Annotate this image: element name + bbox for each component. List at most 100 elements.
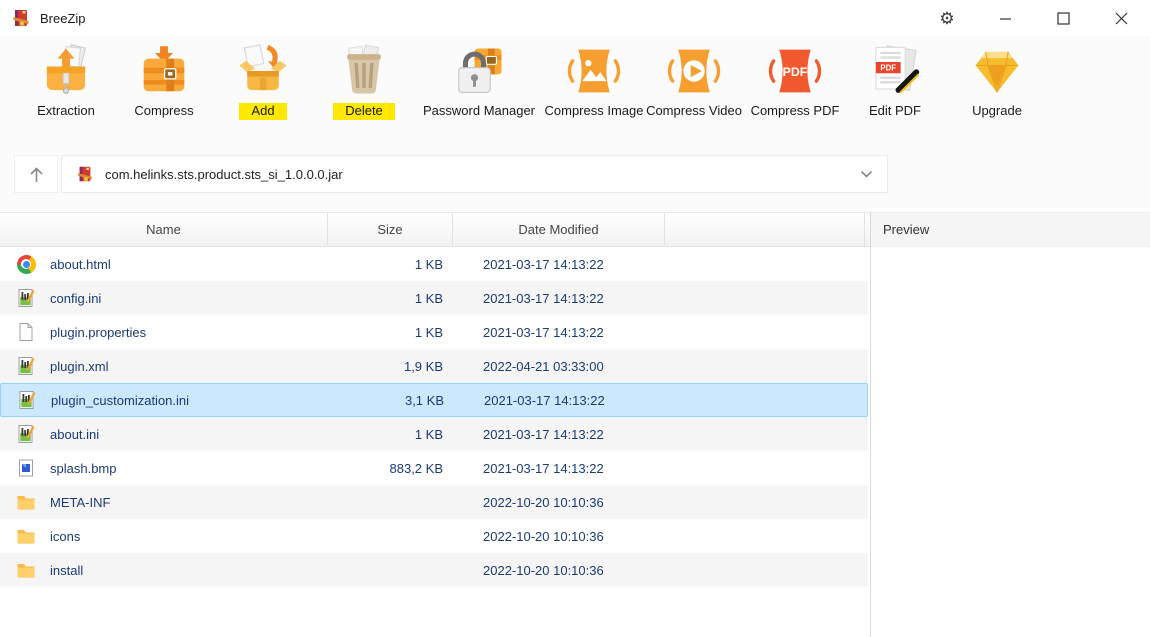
add-button[interactable]: Add <box>214 44 312 148</box>
file-name: META-INF <box>50 495 110 510</box>
svg-text:PDF: PDF <box>880 63 896 72</box>
file-row[interactable]: plugin_customization.ini3,1 KB2021-03-17… <box>0 383 868 417</box>
toolbar-label: Extraction <box>37 103 95 120</box>
file-size: 883,2 KB <box>328 461 453 476</box>
file-row[interactable]: config.ini1 KB2021-03-17 14:13:22 <box>0 281 868 315</box>
chrome-icon <box>17 255 36 274</box>
column-header-size[interactable]: Size <box>328 213 453 246</box>
file-name-cell: config.ini <box>0 288 328 308</box>
file-name: plugin.xml <box>50 359 109 374</box>
main-area: Name Size Date Modified about.html1 KB20… <box>0 212 1150 637</box>
file-date: 2022-10-20 10:10:36 <box>453 495 665 510</box>
file-row[interactable]: splash.bmp883,2 KB2021-03-17 14:13:22 <box>0 451 868 485</box>
toolbar-label: Compress Image <box>545 103 644 120</box>
file-date: 2022-10-20 10:10:36 <box>453 563 665 578</box>
password-manager-button[interactable]: Password Manager <box>416 44 542 148</box>
file-date: 2021-03-17 14:13:22 <box>454 393 666 408</box>
close-icon <box>1115 12 1128 25</box>
address-region: com.helinks.sts.product.sts_si_1.0.0.0.j… <box>0 148 1150 212</box>
file-name-cell: plugin.properties <box>0 322 328 342</box>
file-name-cell: install <box>0 560 328 580</box>
ini-file-icon <box>16 288 36 308</box>
edit-pdf-button[interactable]: PDF Edit PDF <box>848 44 942 148</box>
preview-header: Preview <box>871 212 1150 247</box>
address-bar[interactable]: com.helinks.sts.product.sts_si_1.0.0.0.j… <box>61 155 888 193</box>
compress-image-icon <box>567 44 621 98</box>
toolbar-label: Compress PDF <box>751 103 840 120</box>
preview-body <box>871 247 1150 637</box>
compress-icon <box>137 44 191 98</box>
file-date: 2021-03-17 14:13:22 <box>453 325 665 340</box>
upgrade-button[interactable]: Upgrade <box>942 44 1052 148</box>
titlebar: BreeZip ⚙ <box>0 0 1150 36</box>
extraction-icon <box>39 44 93 98</box>
file-size: 1 KB <box>328 325 453 340</box>
file-row[interactable]: about.html 1 KB2021-03-17 14:13:22 <box>0 247 868 281</box>
file-date: 2022-04-21 03:33:00 <box>453 359 665 374</box>
archive-file-icon <box>76 165 94 183</box>
up-arrow-icon <box>28 165 45 184</box>
file-row[interactable]: about.ini1 KB2021-03-17 14:13:22 <box>0 417 868 451</box>
file-row[interactable]: META-INF 2022-10-20 10:10:36 <box>0 485 868 519</box>
column-header-date-modified[interactable]: Date Modified <box>453 213 665 246</box>
column-header-blank <box>665 213 865 246</box>
minimize-icon <box>999 12 1012 25</box>
toolbar-label: Compress Video <box>646 103 742 120</box>
folder-icon <box>16 560 36 580</box>
file-row[interactable]: plugin.xml1,9 KB2022-04-21 03:33:00 <box>0 349 868 383</box>
image-file-icon <box>16 458 36 478</box>
file-row[interactable]: icons2022-10-20 10:10:36 <box>0 519 868 553</box>
file-row[interactable]: install 2022-10-20 10:10:36 <box>0 553 868 587</box>
file-name-cell: plugin_customization.ini <box>1 390 329 410</box>
compress-pdf-button[interactable]: PDF Compress PDF <box>742 44 848 148</box>
file-name: about.html <box>50 257 111 272</box>
file-date: 2021-03-17 14:13:22 <box>453 461 665 476</box>
close-button[interactable] <box>1092 0 1150 36</box>
maximize-icon <box>1057 12 1070 25</box>
compress-video-button[interactable]: Compress Video <box>646 44 742 148</box>
maximize-button[interactable] <box>1034 0 1092 36</box>
file-name: config.ini <box>50 291 101 306</box>
toolbar-label: Delete <box>333 103 395 120</box>
toolbar: Extraction Compress <box>0 36 1150 148</box>
file-name-cell: about.html <box>0 254 328 274</box>
toolbar-label: Add <box>239 103 286 120</box>
delete-button[interactable]: Delete <box>312 44 416 148</box>
file-list-pane: Name Size Date Modified about.html1 KB20… <box>0 212 871 637</box>
file-name: about.ini <box>50 427 99 442</box>
file-size: 1 KB <box>328 291 453 306</box>
ini-file-icon <box>17 390 37 410</box>
file-name-cell: about.ini <box>0 424 328 444</box>
ini-file-icon <box>16 356 36 376</box>
file-list-header: Name Size Date Modified <box>0 212 870 247</box>
file-row[interactable]: plugin.properties 1 KB2021-03-17 14:13:22 <box>0 315 868 349</box>
minimize-button[interactable] <box>976 0 1034 36</box>
file-list-body: about.html1 KB2021-03-17 14:13:22config.… <box>0 247 868 587</box>
edit-pdf-icon: PDF <box>868 44 922 98</box>
ini-file-icon <box>16 424 36 444</box>
navigate-up-button[interactable] <box>14 155 58 193</box>
folder-icon <box>16 526 36 546</box>
toolbar-label: Compress <box>134 103 193 120</box>
settings-button[interactable]: ⚙ <box>918 0 976 36</box>
add-icon <box>236 44 290 98</box>
app-title: BreeZip <box>40 11 86 26</box>
file-name: plugin.properties <box>50 325 146 340</box>
svg-text:PDF: PDF <box>783 65 808 79</box>
compress-button[interactable]: Compress <box>114 44 214 148</box>
gear-icon: ⚙ <box>939 10 954 27</box>
file-date: 2021-03-17 14:13:22 <box>453 427 665 442</box>
compress-image-button[interactable]: Compress Image <box>542 44 646 148</box>
file-size: 1 KB <box>328 257 453 272</box>
file-date: 2021-03-17 14:13:22 <box>453 257 665 272</box>
folder-icon <box>16 492 36 512</box>
file-name-cell: plugin.xml <box>0 356 328 376</box>
column-header-name[interactable]: Name <box>0 213 328 246</box>
delete-icon <box>337 44 391 98</box>
toolbar-label: Upgrade <box>972 103 1022 120</box>
chevron-down-icon[interactable] <box>860 170 873 179</box>
file-size: 3,1 KB <box>329 393 454 408</box>
extraction-button[interactable]: Extraction <box>18 44 114 148</box>
file-name-cell: META-INF <box>0 492 328 512</box>
window-controls: ⚙ <box>918 0 1150 36</box>
